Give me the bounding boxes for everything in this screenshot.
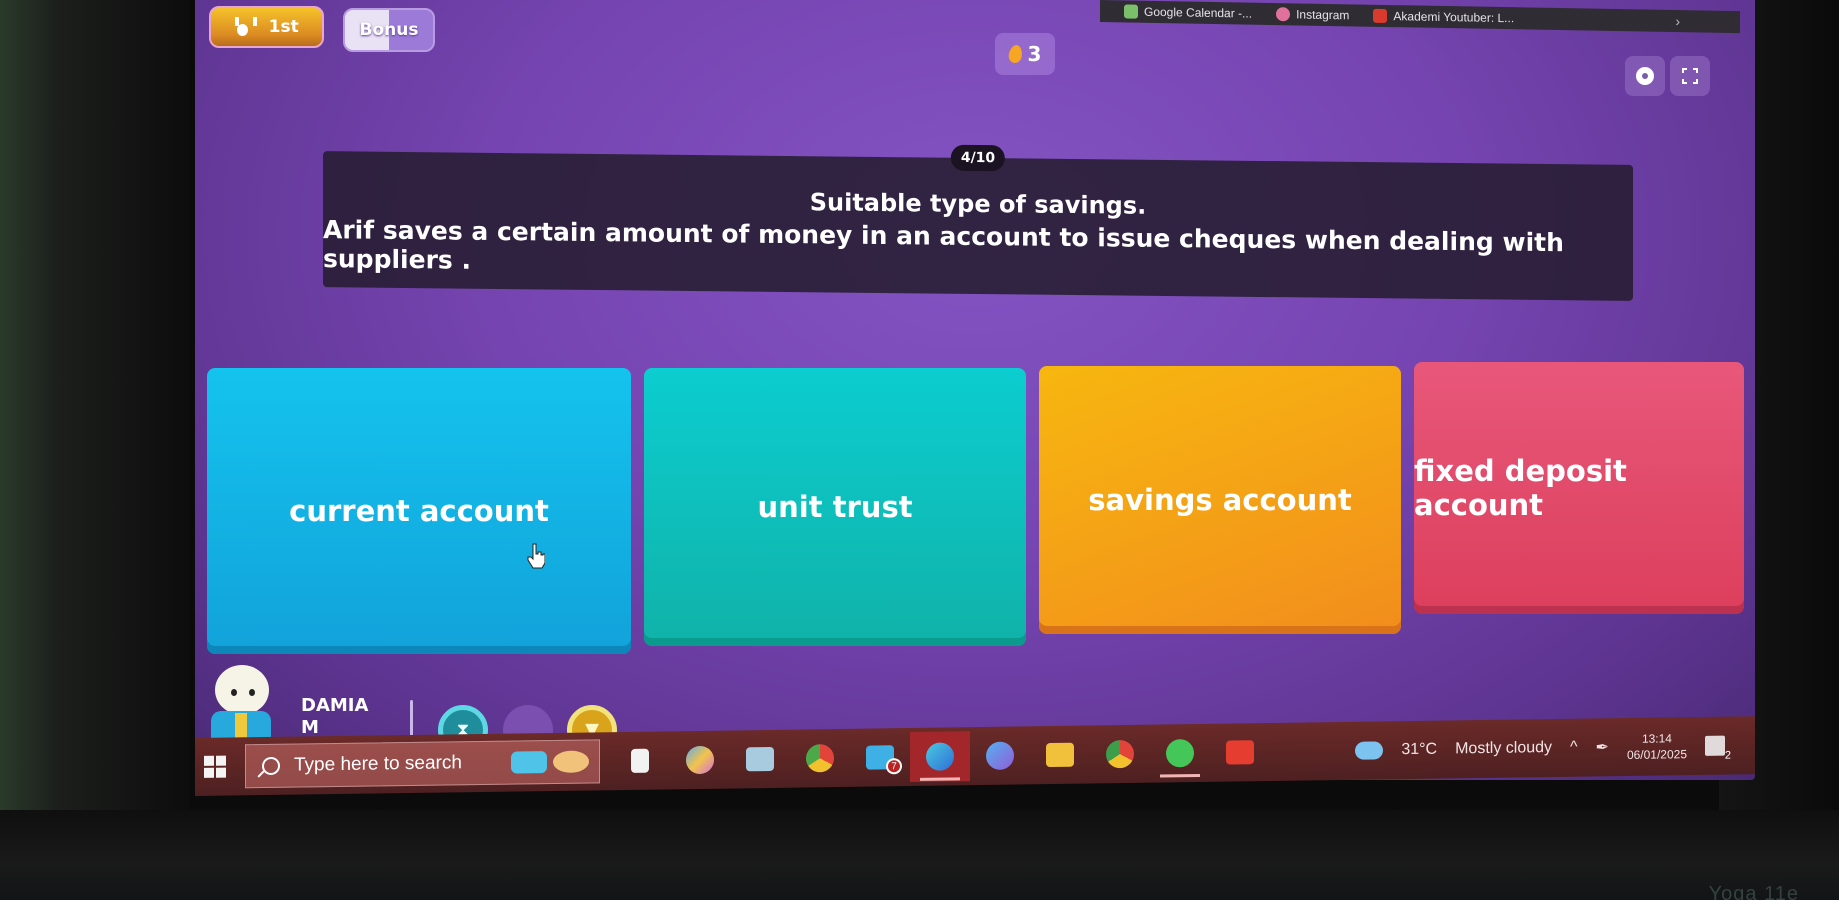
streak-counter: 3 bbox=[995, 33, 1055, 75]
chevron-right-icon[interactable]: › bbox=[1675, 13, 1680, 29]
question-card: 4/10 Suitable type of savings. Arif save… bbox=[323, 144, 1633, 301]
answer-label: current account bbox=[289, 494, 549, 528]
medal-icon bbox=[234, 17, 258, 37]
settings-button[interactable] bbox=[1625, 56, 1665, 96]
rank-badge: 1st bbox=[209, 6, 324, 48]
chrome-icon[interactable] bbox=[790, 733, 850, 784]
windows-logo-icon bbox=[204, 755, 226, 778]
answer-option-fixed-deposit-account[interactable]: fixed deposit account bbox=[1414, 362, 1744, 614]
answer-label: fixed deposit account bbox=[1414, 454, 1627, 522]
copilot-icon[interactable] bbox=[670, 735, 730, 786]
whatsapp-icon[interactable] bbox=[1150, 728, 1210, 779]
file-explorer-icon[interactable] bbox=[1030, 730, 1090, 781]
answer-options: current account unit trust savings accou… bbox=[207, 362, 1747, 666]
microsoft-365-icon[interactable] bbox=[970, 730, 1030, 781]
gear-icon bbox=[1636, 67, 1654, 85]
edge-icon[interactable] bbox=[910, 731, 970, 783]
search-icon bbox=[262, 756, 280, 776]
device-brand: Yoga 11e bbox=[1708, 883, 1799, 900]
search-highlight-icon bbox=[511, 750, 589, 774]
pen-icon[interactable]: ✒ bbox=[1596, 737, 1609, 757]
task-view-icon[interactable] bbox=[610, 735, 670, 786]
answer-label: unit trust bbox=[757, 490, 913, 524]
chrome-profile-icon[interactable] bbox=[1090, 729, 1150, 780]
quiz-game-screen: 1st Bonus 3 4/10 Suitable type of saving… bbox=[195, 0, 1755, 780]
answer-option-current-account[interactable]: current account bbox=[207, 368, 631, 654]
instagram-icon bbox=[1276, 7, 1291, 22]
system-tray: 31°C Mostly cloudy ^ ✒ 13:14 06/01/2025 … bbox=[1355, 729, 1755, 767]
fullscreen-icon bbox=[1682, 68, 1698, 84]
chevron-up-icon[interactable]: ^ bbox=[1570, 739, 1578, 757]
search-placeholder: Type here to search bbox=[294, 752, 462, 776]
bonus-meter: Bonus bbox=[343, 8, 435, 52]
question-text: Arif saves a certain amount of money in … bbox=[323, 215, 1564, 275]
monitor-bezel-left bbox=[0, 0, 190, 900]
taskbar-search-box[interactable]: Type here to search bbox=[245, 739, 600, 789]
answer-label: savings account bbox=[1088, 483, 1352, 517]
bookmark-instagram[interactable]: Instagram bbox=[1276, 7, 1349, 22]
question-counter: 4/10 bbox=[950, 144, 1006, 172]
taskbar-clock[interactable]: 13:14 06/01/2025 bbox=[1627, 730, 1687, 763]
bookmark-google-calendar[interactable]: Google Calendar -... bbox=[1124, 4, 1252, 21]
question-title: Suitable type of savings. bbox=[809, 188, 1147, 220]
clock-date: 06/01/2025 bbox=[1626, 747, 1687, 763]
weather-cloud-icon[interactable] bbox=[1355, 741, 1384, 760]
streak-count: 3 bbox=[1027, 42, 1042, 66]
weather-condition[interactable]: Mostly cloudy bbox=[1455, 739, 1552, 758]
answer-option-unit-trust[interactable]: unit trust bbox=[644, 368, 1026, 646]
start-button[interactable] bbox=[195, 737, 235, 796]
google-calendar-icon bbox=[1124, 4, 1138, 19]
youtube-icon bbox=[1373, 8, 1388, 24]
mail-icon[interactable]: 7 bbox=[850, 732, 910, 783]
taskbar-apps: 7 bbox=[610, 727, 1270, 786]
rank-label: 1st bbox=[268, 17, 299, 37]
youtube-icon[interactable] bbox=[1210, 727, 1270, 778]
monitor-bezel-bottom: Yoga 11e bbox=[0, 810, 1839, 900]
answer-option-savings-account[interactable]: savings account bbox=[1039, 366, 1401, 634]
mail-badge: 7 bbox=[886, 758, 902, 775]
bonus-label: Bonus bbox=[359, 20, 419, 40]
fullscreen-button[interactable] bbox=[1670, 56, 1710, 96]
clock-time: 13:14 bbox=[1641, 731, 1672, 746]
weather-temp[interactable]: 31°C bbox=[1401, 741, 1437, 759]
camera-icon[interactable] bbox=[730, 734, 790, 785]
hand-cursor-icon bbox=[527, 543, 545, 569]
flame-icon bbox=[1007, 44, 1023, 64]
notification-icon[interactable]: 2 bbox=[1705, 735, 1731, 762]
player-name: DAMIA M bbox=[301, 695, 369, 738]
bookmark-akademi-youtuber[interactable]: Akademi Youtuber: L... bbox=[1373, 8, 1514, 25]
